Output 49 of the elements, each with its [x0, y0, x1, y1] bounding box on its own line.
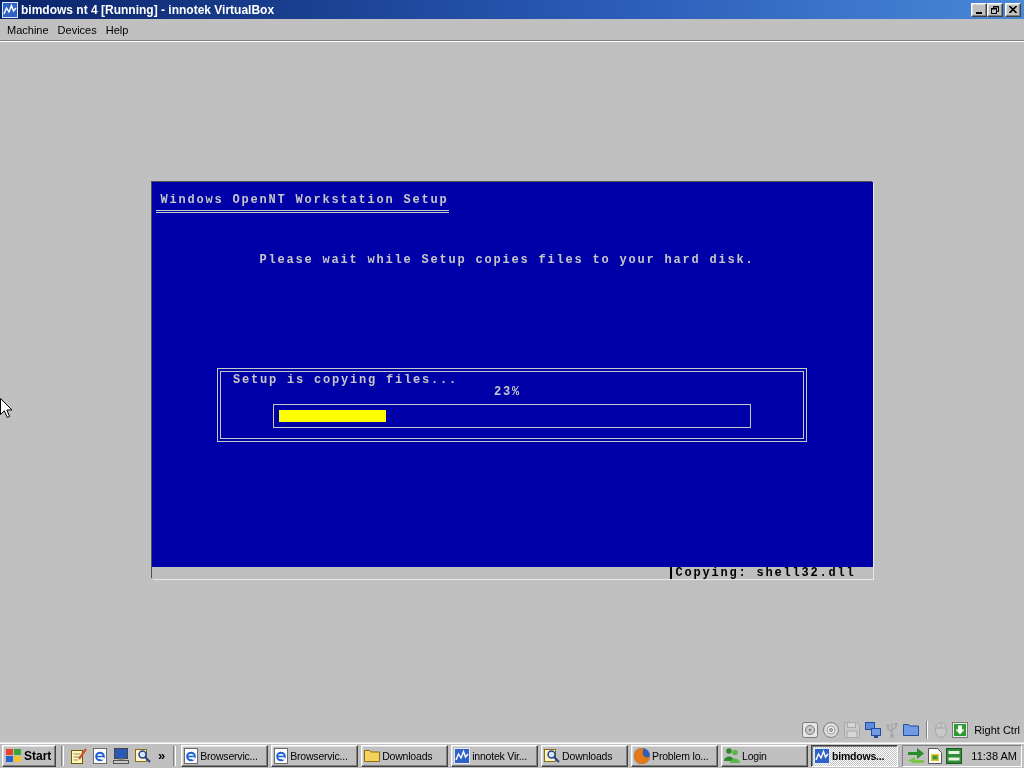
minimize-button[interactable]	[971, 2, 987, 17]
down-arrow-icon[interactable]	[952, 722, 969, 738]
taskbar-button[interactable]: Browservic...	[271, 744, 359, 767]
monitors-icon[interactable]	[865, 722, 882, 738]
taskbar-button[interactable]: Downloads	[541, 744, 629, 767]
menu-item[interactable]: Help	[101, 22, 133, 37]
taskbar-button[interactable]: bimdows...	[811, 744, 898, 767]
window-title: bimdows nt 4 [Running] - innotek VirtualBox	[21, 2, 276, 17]
restore-button[interactable]	[987, 2, 1003, 17]
taskbar-button[interactable]: innotek Vir...	[451, 744, 539, 767]
badge-icon[interactable]	[946, 747, 962, 764]
taskbar-button[interactable]: Downloads	[361, 744, 449, 767]
close-button[interactable]	[1005, 2, 1021, 17]
wave-tile-icon	[2, 1, 18, 18]
wave-tile-icon	[814, 747, 830, 764]
notepad-icon[interactable]	[71, 747, 87, 764]
status-text: Copying: shell32.dll	[670, 566, 856, 579]
progress-percent: 23%	[494, 385, 521, 398]
folder-icon	[364, 749, 381, 762]
browser-icon	[184, 747, 199, 764]
cd-icon[interactable]	[823, 722, 840, 738]
close-icon	[1009, 6, 1017, 13]
browser-icon	[274, 747, 289, 764]
search-icon[interactable]	[135, 748, 151, 763]
search-icon	[544, 748, 561, 763]
mouse-pointer-icon	[0, 398, 13, 418]
menu-item[interactable]: Machine	[3, 22, 53, 37]
flag-icon	[6, 749, 21, 762]
computer-icon[interactable]	[113, 747, 129, 764]
restore-icon	[991, 5, 999, 14]
document-icon[interactable]	[928, 747, 942, 764]
globe-icon	[634, 747, 651, 764]
progress-label: Setup is copying files...	[232, 373, 459, 386]
wave-tile-icon	[454, 747, 471, 764]
start-button[interactable]: Start	[2, 744, 56, 767]
minimize-icon	[976, 11, 982, 14]
browser-icon[interactable]	[93, 747, 107, 764]
host-key-label: Right Ctrl	[974, 724, 1020, 736]
clock: 11:38 AM	[971, 749, 1017, 762]
more-button[interactable]: »	[157, 747, 167, 764]
hard-disk-icon[interactable]	[802, 722, 819, 738]
taskbar-button[interactable]: Problem lo...	[631, 744, 719, 767]
setup-title: Windows OpenNT Workstation Setup	[155, 191, 449, 213]
taskbar-button[interactable]: Login	[721, 744, 808, 767]
people-icon	[724, 748, 741, 763]
taskbar-button[interactable]: Browservic...	[181, 744, 269, 767]
folder-icon[interactable]	[903, 724, 920, 736]
menu-item[interactable]: Devices	[53, 22, 101, 37]
setup-message: Please wait while Setup copies files to your hard disk.	[258, 251, 755, 268]
